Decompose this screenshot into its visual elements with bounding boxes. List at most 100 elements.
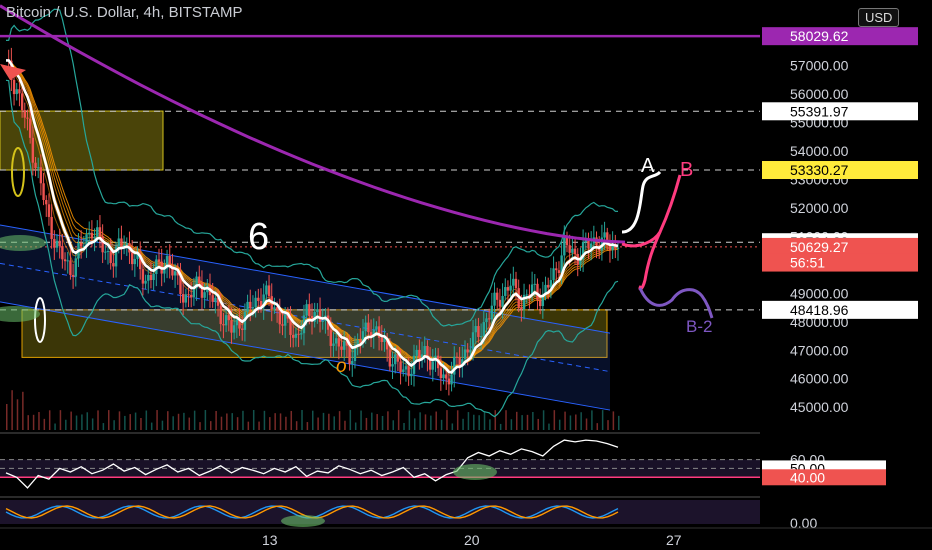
candle-body [112,263,115,267]
volume-bar [279,413,282,430]
candle-body [227,315,230,321]
candle-body [98,227,102,237]
volume-bar [414,418,416,430]
candle-body [235,319,239,326]
time-axis-label: 13 [262,532,278,548]
time-axis-label: 27 [666,532,682,548]
volume-bar [440,419,443,430]
candle-body [50,216,53,239]
candle-body [130,252,134,265]
candle-body [26,117,29,119]
volume-bar [365,417,368,430]
volume-bar [81,414,83,430]
chart-svg[interactable]: A BB-26o45000.0046000.0047000.0048000.004… [0,0,932,550]
chart-title: Bitcoin / U.S. Dollar, 4h, BITSTAMP [6,4,243,21]
candle-body [482,322,485,337]
candle-body [479,336,483,338]
candle-body [348,345,351,365]
volume-bar [532,411,534,430]
volume-bar [54,423,56,430]
candle-body [469,349,472,353]
candle-body [388,349,392,367]
volume-bar [59,410,62,430]
volume-bar [328,413,330,430]
candle-body [283,314,287,326]
price-axis-label: 52000.00 [790,200,849,216]
candle-body [28,118,32,138]
volume-bar [274,413,276,430]
rsi-tag-label: 40.00 [790,469,825,485]
candle-body [144,280,147,284]
volume-bar [612,411,615,430]
candle-body [501,295,504,307]
volume-bar [381,415,384,430]
candle-body [329,329,332,346]
stoch-tag-label: 0.00 [790,515,817,531]
volume-bar [124,415,126,430]
volume-bar [575,414,577,430]
volume-bar [70,411,72,430]
candle-body [71,274,75,277]
candle-body [321,320,324,322]
candle-body [509,285,512,291]
volume-bar [172,416,174,430]
volume-bar [231,413,233,430]
volume-bar [43,418,46,430]
volume-bar [494,410,497,430]
volume-bar [177,413,180,430]
candle-body [254,297,257,308]
candle-body [55,240,59,248]
candle-body [538,299,542,307]
candle-body [603,232,606,238]
candle-body [431,361,434,370]
candle-body [187,294,190,296]
candle-body [525,294,528,296]
price-axis-label: 56000.00 [790,86,849,102]
price-axis-label: 47000.00 [790,342,849,358]
candle-body [61,246,64,260]
volume-bar [134,412,137,430]
candle-body [445,374,448,379]
candle-body [34,162,37,168]
candle-body [69,260,72,275]
path-b2 [638,287,714,319]
candle-body [292,334,295,338]
volume-bar [6,404,8,430]
price-axis-label: 45000.00 [790,399,849,415]
volume-bar [11,390,13,430]
annotation-six: 6 [248,216,269,258]
candle-body [120,238,123,247]
volume-bar [193,410,196,430]
volume-bar [215,410,217,430]
candle-body [300,333,303,335]
candle-body [318,309,322,322]
volume-bar [242,410,244,430]
candle-body [415,349,418,356]
stoch-marker-green [281,515,325,527]
candle-body [241,328,244,330]
candle-body [375,326,378,330]
volume-bar [91,418,94,430]
volume-bar [38,412,40,430]
currency-button[interactable]: USD [858,8,900,27]
price-tag-label: 50629.27 [790,239,849,255]
volume-bar [349,410,352,430]
volume-bar [75,415,78,430]
candle-body [192,288,196,298]
candle-body [356,340,359,345]
volume-bar [596,423,599,430]
candle-body [334,338,338,344]
candle-body [157,259,161,262]
candle-body [407,366,410,377]
candle-body [474,326,477,333]
candle-body [63,259,67,262]
candle-body [498,299,502,307]
volume-bar [564,411,566,430]
volume-bar [451,423,454,430]
volume-bar [542,410,545,430]
volume-bar [548,423,550,430]
volume-bar [360,410,362,430]
candle-body [265,285,268,295]
candle-body [316,309,319,312]
volume-bar [371,412,373,430]
